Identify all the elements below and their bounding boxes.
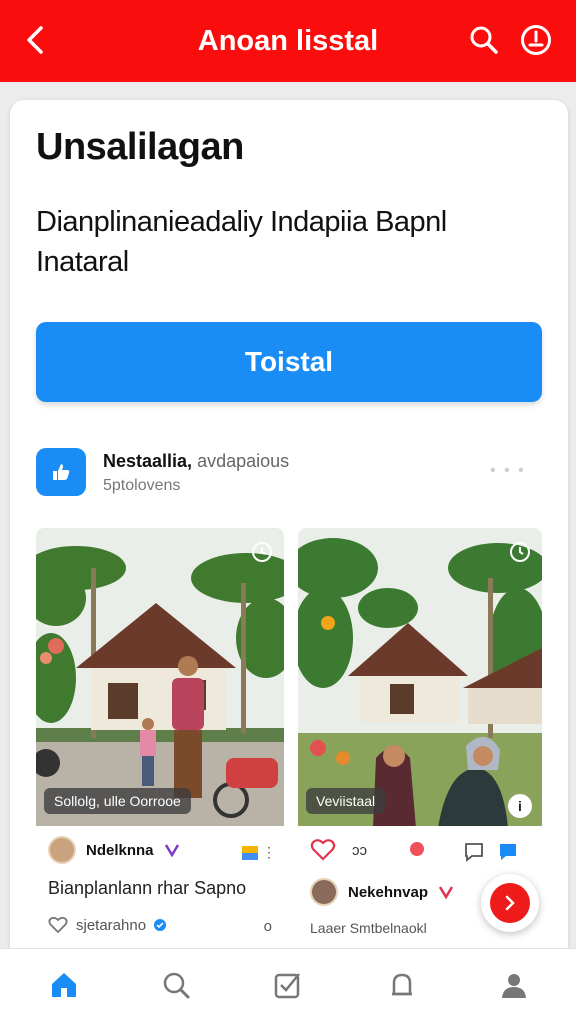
feed-author-handle: avdapaious bbox=[197, 451, 290, 471]
share-icon[interactable] bbox=[498, 842, 518, 862]
page-title: Anoan lisstal bbox=[197, 24, 379, 57]
avatar[interactable] bbox=[310, 878, 338, 906]
more-options-icon[interactable]: ⋮ bbox=[262, 844, 276, 861]
home-icon bbox=[52, 973, 76, 997]
heart-icon[interactable] bbox=[310, 838, 336, 862]
section-description: Dianplinanieadaliy Indapiia Bapnl Inatar… bbox=[36, 206, 447, 278]
photo-caption: Sollolg, ulle Oorrooe bbox=[44, 788, 191, 814]
info-icon[interactable]: i bbox=[508, 794, 532, 818]
post-photo[interactable]: Sollolg, ulle Oorrooe bbox=[36, 528, 284, 826]
search-icon bbox=[163, 972, 190, 999]
feed-author-name: Nestaallia, bbox=[103, 451, 193, 471]
profile-icon bbox=[502, 974, 526, 998]
post-text: Bianplanlann rhar Sapno bbox=[48, 878, 247, 898]
bookmark-icon[interactable] bbox=[242, 845, 258, 860]
comment-count: o bbox=[263, 918, 272, 935]
comment-icon[interactable] bbox=[464, 842, 484, 862]
heart-icon[interactable] bbox=[48, 916, 68, 934]
post-engagement-row: ɔɔ bbox=[310, 838, 367, 862]
more-options-icon[interactable]: • • • bbox=[490, 462, 526, 480]
primary-action-button[interactable]: Toistal bbox=[36, 322, 542, 402]
avatar[interactable] bbox=[48, 836, 76, 864]
tab-tasks[interactable] bbox=[266, 965, 310, 1005]
tab-search[interactable] bbox=[154, 965, 198, 1005]
download-icon[interactable] bbox=[518, 22, 554, 58]
tab-notifications[interactable] bbox=[380, 965, 424, 1005]
bell-icon bbox=[392, 973, 412, 996]
app-header: Anoan lisstal bbox=[0, 0, 576, 82]
search-icon[interactable] bbox=[466, 22, 502, 58]
post-card[interactable]: Sollolg, ulle Oorrooe Ndelknna ⋮ Bianpla… bbox=[36, 528, 284, 942]
back-icon[interactable] bbox=[18, 22, 54, 58]
post-meta: sjetarahno bbox=[76, 916, 147, 934]
feed-author[interactable]: Nestaallia, avdapaious bbox=[103, 451, 289, 472]
like-count: ɔɔ bbox=[352, 841, 367, 859]
bottom-navigation bbox=[0, 948, 576, 1024]
feed-subtitle: 5ptolovens bbox=[103, 477, 181, 494]
thumbs-up-icon[interactable] bbox=[36, 448, 86, 496]
clock-icon bbox=[252, 542, 272, 562]
checkbox-icon bbox=[274, 973, 300, 999]
post-author-row[interactable]: Nekehnvap bbox=[310, 878, 454, 906]
post-author-row[interactable]: Ndelknna bbox=[48, 836, 180, 864]
post-footer: sjetarahno bbox=[48, 916, 167, 934]
clock-icon bbox=[510, 542, 530, 562]
post-author-name: Nekehnvap bbox=[348, 883, 429, 901]
tab-profile[interactable] bbox=[492, 965, 536, 1005]
verified-icon bbox=[164, 844, 179, 857]
post-meta: Laaer Smtbelnaokl bbox=[310, 920, 427, 936]
post-actions[interactable]: ⋮ bbox=[242, 844, 276, 861]
post-photo[interactable]: Veviistaal i bbox=[298, 528, 542, 826]
post-author-name: Ndelknna bbox=[86, 841, 154, 859]
arrow-right-icon bbox=[490, 883, 530, 923]
section-heading: Unsalilagan bbox=[36, 126, 244, 168]
tab-home[interactable] bbox=[42, 965, 86, 1005]
floating-action-button[interactable] bbox=[481, 874, 539, 932]
notification-dot-icon bbox=[410, 842, 424, 856]
photo-caption: Veviistaal bbox=[306, 788, 386, 814]
verified-icon bbox=[438, 886, 454, 899]
verified-badge-icon bbox=[154, 919, 167, 931]
